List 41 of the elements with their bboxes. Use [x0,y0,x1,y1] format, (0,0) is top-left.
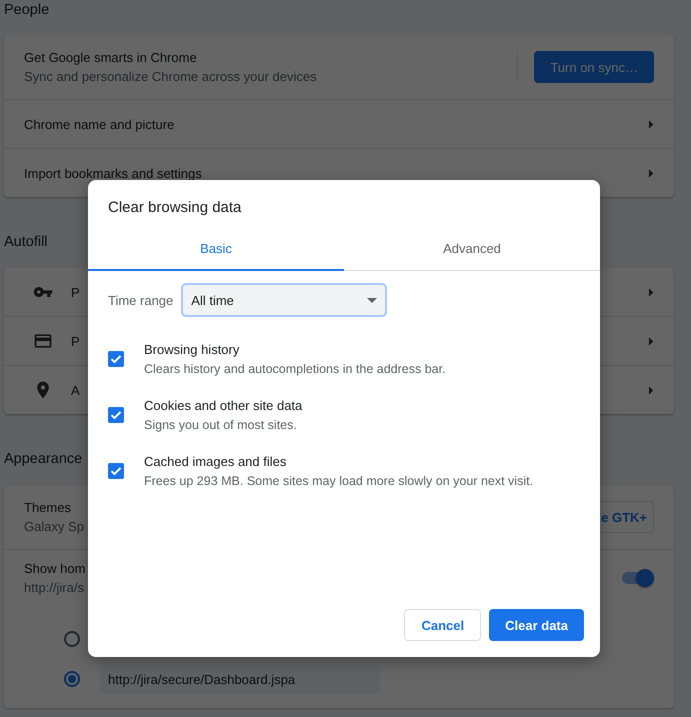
row-label[interactable]: Import bookmarks and settings [24,166,202,180]
option-description: Clears history and autocompletions in the address bar. [144,362,446,376]
chevron-right-icon [649,336,654,346]
section-heading: Autofill [4,233,48,252]
radio-button[interactable] [64,631,80,647]
row-title: Themes [24,500,71,515]
cancel-button[interactable]: Cancel [404,609,482,641]
row-label[interactable]: P [71,284,80,300]
section-heading: Appearance [4,450,82,469]
checkbox[interactable] [108,463,124,479]
chevron-right-icon [649,288,654,296]
option-title: Cookies and other site data [144,398,302,413]
url-field[interactable]: http://jira/secure/Dashboard.jspa [100,664,380,694]
row-subtitle: Sync and personalize Chrome across your devices [24,69,317,84]
checkbox[interactable] [108,351,124,367]
row-label[interactable]: P [71,334,80,348]
row-subtitle: Galaxy Sp [24,519,84,534]
row-title: Get Google smarts in Chrome [24,50,197,65]
option-description: Frees up 293 MB. Some sites may load more slowly on your next visit. [144,474,534,488]
chevron-right-icon [649,168,654,178]
tab[interactable]: Advanced [344,231,600,271]
turn-on-sync-button[interactable]: Turn on sync… [534,51,654,83]
chevron-right-icon [649,386,654,394]
radio-button[interactable] [64,671,80,687]
caret-icon [367,298,378,302]
checkbox[interactable] [108,407,124,423]
option-description: Signs you out of most sites. [144,418,298,432]
row-subtitle: http://jira/s [24,580,84,595]
chevron-right-icon [649,120,654,128]
section-heading: People [4,1,50,20]
toggle-switch[interactable] [622,572,652,584]
time-range-dropdown[interactable]: All time [181,283,388,317]
row-label[interactable]: A [71,382,80,398]
row-title: Show hom [24,561,86,576]
row-label[interactable]: Chrome name and picture [24,116,174,132]
option-title: Cached images and files [144,454,288,469]
dialog-title: Clear browsing data [107,198,242,218]
clear-data-button[interactable]: Clear data [489,609,584,641]
option-title: Browsing history [144,342,240,357]
tab[interactable]: Basic [88,231,344,271]
time-range-label: Time range [108,292,174,308]
